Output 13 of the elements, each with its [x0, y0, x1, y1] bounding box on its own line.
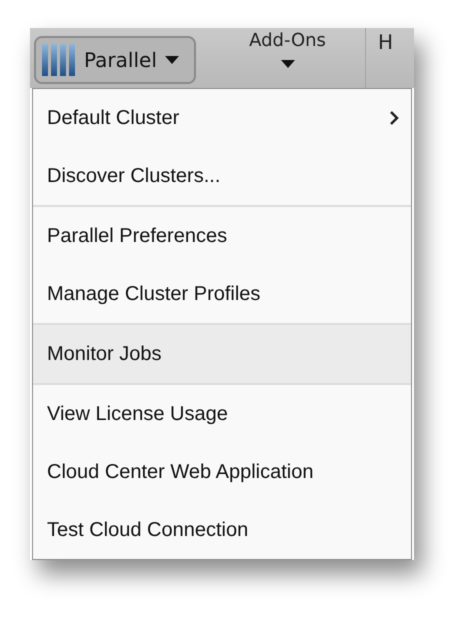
parallel-button[interactable]: Parallel: [34, 36, 196, 84]
menu-item[interactable]: Manage Cluster Profiles: [33, 265, 411, 323]
bars-icon: [42, 44, 76, 76]
help-button[interactable]: H: [366, 30, 394, 54]
dropdown-arrow-icon: [164, 56, 179, 64]
dropdown-arrow-icon: [280, 60, 294, 68]
menu-item[interactable]: Monitor Jobs: [33, 325, 411, 383]
menu-item[interactable]: Parallel Preferences: [33, 207, 411, 265]
menu-item[interactable]: Discover Clusters...: [33, 147, 411, 205]
menu-item[interactable]: View License Usage: [33, 385, 411, 443]
menu-item[interactable]: Test Cloud Connection: [33, 501, 411, 559]
menu-item[interactable]: Cloud Center Web Application: [33, 443, 411, 501]
menu-item[interactable]: Default Cluster: [33, 89, 411, 147]
